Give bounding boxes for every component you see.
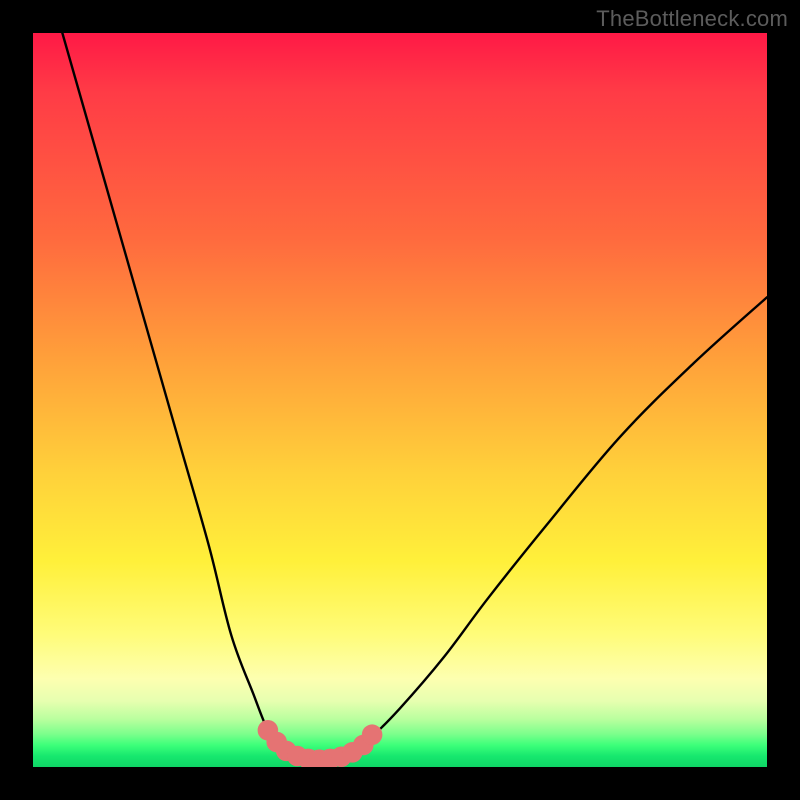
marker-dot: [298, 749, 319, 767]
marker-dot: [320, 749, 341, 767]
marker-dot: [258, 720, 279, 741]
marker-dot: [342, 742, 363, 763]
marker-dot: [331, 746, 352, 767]
chart-svg: [33, 33, 767, 767]
bottom-marker-run: [258, 720, 383, 767]
marker-dot: [276, 741, 297, 762]
marker-dot: [353, 735, 374, 756]
marker-dot: [362, 724, 383, 745]
watermark-text: TheBottleneck.com: [596, 6, 788, 32]
bottleneck-curve: [62, 33, 767, 760]
marker-dot: [287, 746, 308, 767]
marker-dot: [266, 732, 287, 753]
chart-frame: TheBottleneck.com: [0, 0, 800, 800]
marker-dot: [309, 749, 330, 767]
plot-area: [33, 33, 767, 767]
